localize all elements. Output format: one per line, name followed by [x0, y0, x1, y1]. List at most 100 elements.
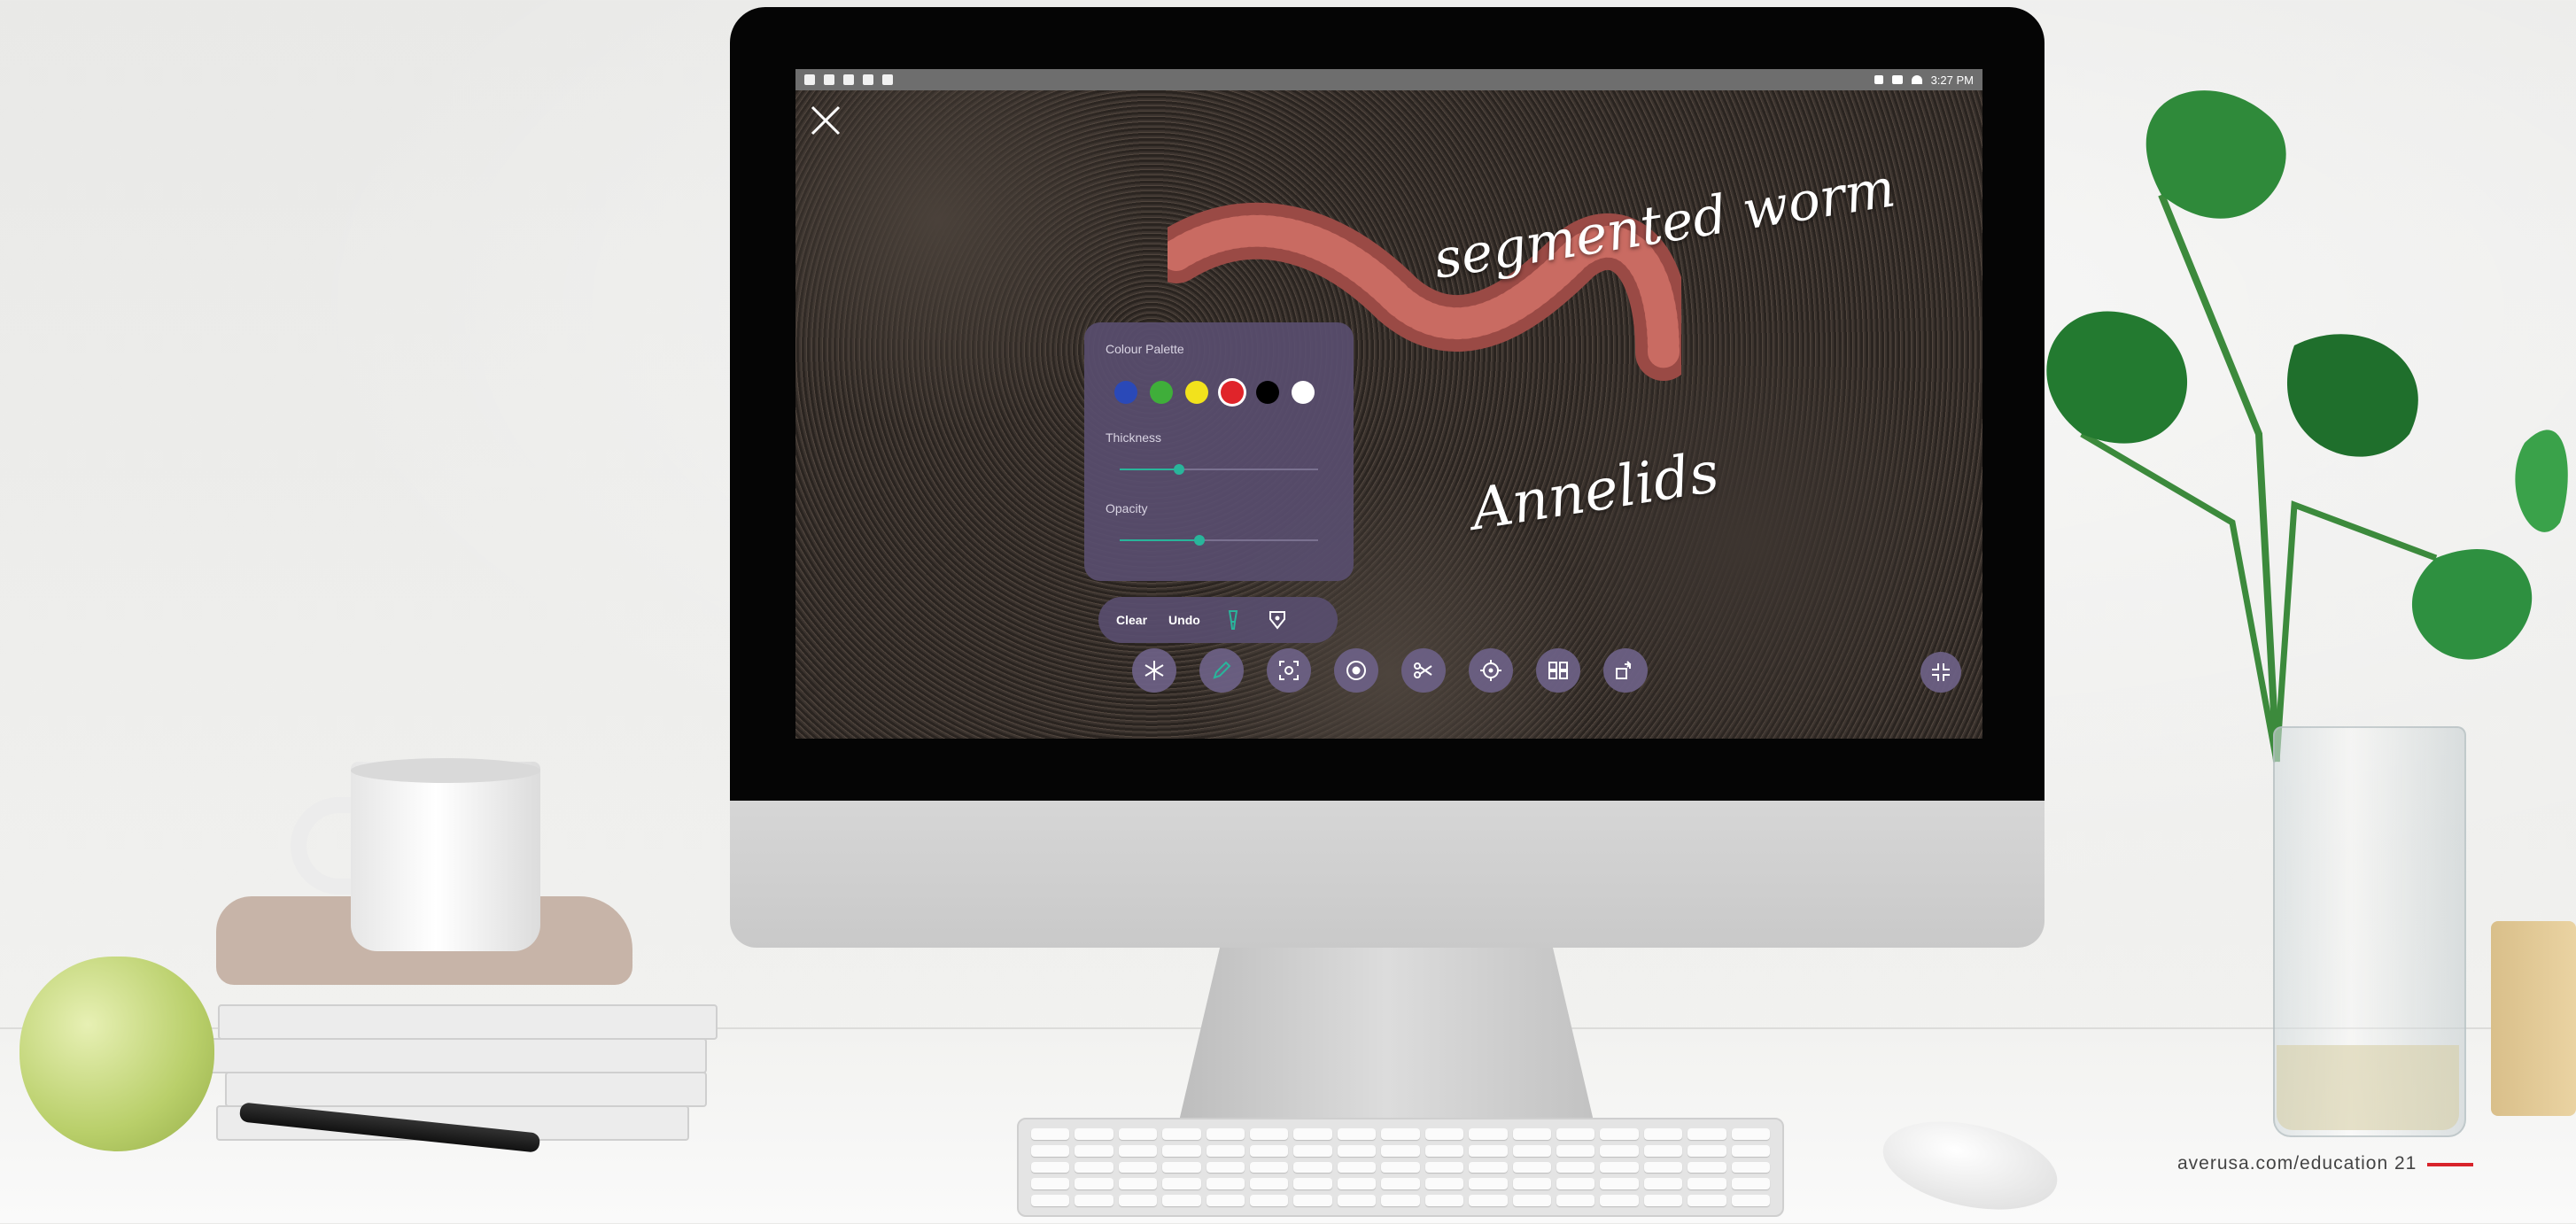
zoom-target-button[interactable]	[1469, 648, 1513, 693]
keyboard-key	[1556, 1144, 1595, 1157]
record-button[interactable]	[1334, 648, 1378, 693]
keyboard-key	[1162, 1161, 1201, 1174]
rotate-button[interactable]	[1603, 648, 1648, 693]
keyboard-key	[1556, 1195, 1595, 1206]
keyboard-key	[1075, 1178, 1113, 1190]
keyboard-key	[1469, 1128, 1508, 1140]
keyboard-key	[1075, 1144, 1113, 1157]
capture-button[interactable]	[1267, 648, 1311, 693]
wifi-icon	[1911, 75, 1922, 84]
cup-rim	[351, 758, 540, 783]
pen-icon	[1213, 661, 1231, 679]
status-bar: 3:27 PM	[795, 69, 1982, 90]
keyboard-key	[1643, 1195, 1683, 1206]
keyboard-key	[1293, 1178, 1332, 1190]
keyboard-key	[1424, 1195, 1464, 1206]
pen-action-bar: Clear Undo	[1098, 597, 1338, 643]
glass-water	[2277, 1045, 2459, 1130]
keyboard-key	[1162, 1195, 1201, 1206]
keyboard-key	[1600, 1195, 1639, 1206]
thickness-thumb[interactable]	[1174, 464, 1185, 475]
keyboard-key	[1031, 1144, 1070, 1157]
freeze-button[interactable]	[1132, 648, 1176, 693]
keyboard-key	[1512, 1178, 1551, 1190]
keyboard-key	[1512, 1128, 1551, 1140]
pen-nib-icon[interactable]	[1266, 608, 1289, 631]
multiview-button[interactable]	[1536, 648, 1580, 693]
clear-button[interactable]: Clear	[1116, 613, 1147, 627]
keyboard-key	[1688, 1144, 1726, 1157]
keyboard-key	[1688, 1178, 1726, 1190]
keyboard-key	[1424, 1144, 1464, 1157]
wooden-box	[2491, 921, 2576, 1116]
zoom-target-icon	[1480, 660, 1501, 681]
keyboard-key	[1162, 1178, 1201, 1190]
keyboard-key	[1688, 1161, 1726, 1174]
keyboard-key	[1031, 1195, 1070, 1206]
keyboard-key	[1424, 1178, 1464, 1190]
color-swatch[interactable]	[1114, 381, 1137, 404]
color-swatch[interactable]	[1221, 381, 1244, 404]
multiview-icon	[1548, 662, 1568, 679]
keyboard-key	[1293, 1144, 1332, 1157]
palette-title: Colour Palette	[1106, 342, 1184, 356]
color-swatch[interactable]	[1292, 381, 1315, 404]
keyboard-key	[1075, 1161, 1113, 1174]
thickness-slider[interactable]	[1120, 461, 1318, 478]
color-swatch[interactable]	[1150, 381, 1173, 404]
keyboard-key	[1031, 1128, 1070, 1140]
keyboard-key	[1118, 1161, 1158, 1174]
keyboard-key	[1600, 1128, 1639, 1140]
keyboard-key	[1556, 1178, 1595, 1190]
keyboard-key	[1206, 1161, 1245, 1174]
keyboard-key	[1512, 1144, 1551, 1157]
keyboard-key	[1469, 1195, 1508, 1206]
undo-button[interactable]: Undo	[1168, 613, 1200, 627]
highlighter-icon[interactable]	[1222, 608, 1245, 631]
keyboard-key	[1600, 1144, 1639, 1157]
keyboard-key	[1337, 1144, 1377, 1157]
keyboard-key	[1206, 1128, 1245, 1140]
keyboard-key	[1293, 1128, 1332, 1140]
keyboard-key	[1118, 1195, 1158, 1206]
flag-icon	[882, 74, 893, 85]
keyboard-key	[1075, 1195, 1113, 1206]
color-swatch[interactable]	[1256, 381, 1279, 404]
rotate-icon	[1616, 661, 1632, 679]
keyboard-key	[1381, 1178, 1420, 1190]
shield-icon	[804, 74, 815, 85]
opacity-slider[interactable]	[1120, 531, 1318, 549]
keyboard-key	[1162, 1128, 1201, 1140]
split-icon	[1414, 662, 1432, 678]
keyboard-key	[1512, 1161, 1551, 1174]
keyboard-key	[1337, 1178, 1377, 1190]
cast-icon	[863, 74, 873, 85]
pen-button[interactable]	[1199, 648, 1244, 693]
keyboard-key	[1250, 1161, 1289, 1174]
keyboard-key	[1600, 1178, 1639, 1190]
minimize-button[interactable]	[1920, 652, 1961, 693]
screen: 3:27 PM segmented worm Annelids Colour P…	[795, 69, 1982, 739]
keyboard-key	[1031, 1178, 1070, 1190]
keyboard-key	[1512, 1195, 1551, 1206]
keyboard-key	[1469, 1178, 1508, 1190]
keyboard-key	[1293, 1195, 1332, 1206]
keyboard-key	[1643, 1178, 1683, 1190]
keyboard-key	[1250, 1195, 1289, 1206]
split-button[interactable]	[1401, 648, 1446, 693]
opacity-label: Opacity	[1106, 501, 1148, 515]
close-icon[interactable]	[808, 103, 843, 138]
keyboard-key	[1556, 1128, 1595, 1140]
freeze-icon	[1144, 661, 1164, 680]
monitor-chin	[730, 801, 2045, 948]
opacity-thumb[interactable]	[1193, 535, 1205, 546]
bluetooth-icon	[1874, 75, 1883, 84]
keyboard-key	[1600, 1161, 1639, 1174]
keyboard-key	[1381, 1144, 1420, 1157]
color-swatch[interactable]	[1185, 381, 1208, 404]
keyboard-key	[1250, 1144, 1289, 1157]
thickness-label: Thickness	[1106, 430, 1162, 445]
keyboard-key	[1424, 1128, 1464, 1140]
keyboard-key	[1337, 1161, 1377, 1174]
keyboard-key	[1206, 1144, 1245, 1157]
